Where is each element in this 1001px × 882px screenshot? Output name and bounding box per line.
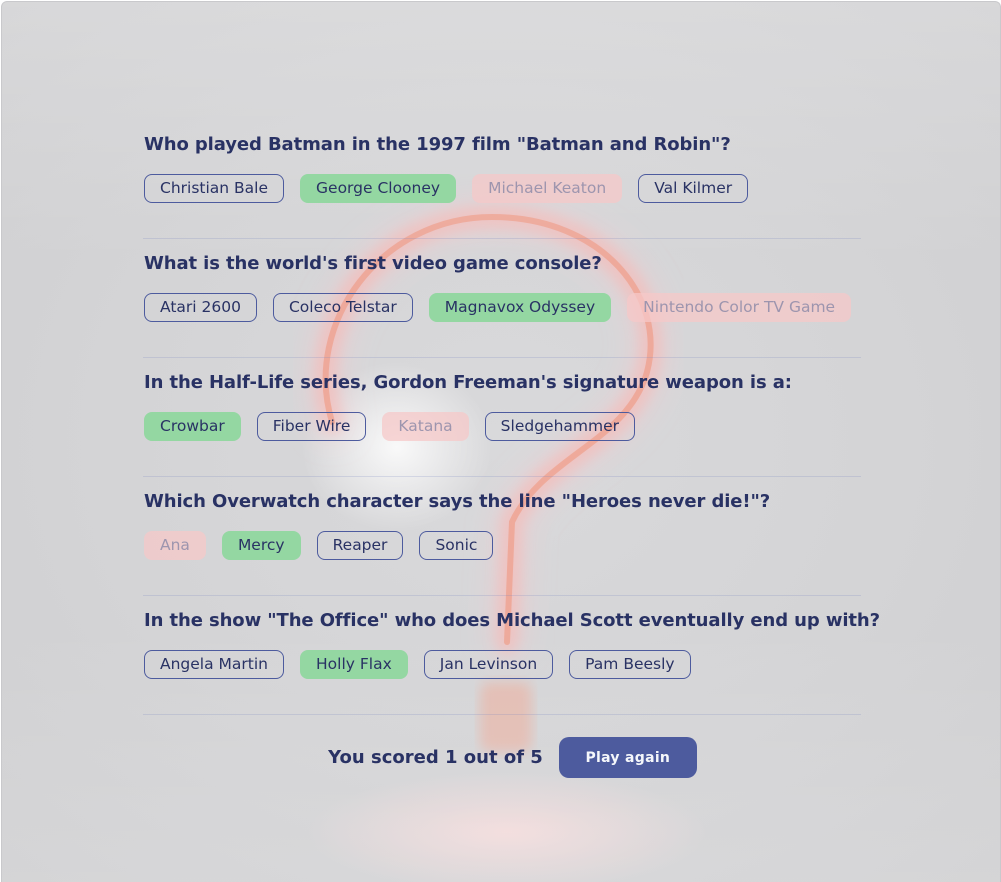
question-item: Which Overwatch character says the line … [143,477,861,596]
question-text: What is the world's first video game con… [144,253,602,274]
answer-option-correct[interactable]: Crowbar [144,412,241,441]
results-footer: You scored 1 out of 5 Play again [2,737,1000,778]
answer-option-wrong[interactable]: Michael Keaton [472,174,623,203]
answer-option[interactable]: Val Kilmer [638,174,749,203]
answer-options: Angela Martin Holly Flax Jan Levinson Pa… [144,650,691,679]
answer-option[interactable]: Sonic [419,531,494,560]
answer-option[interactable]: Pam Beesly [569,650,691,679]
question-text: In the Half-Life series, Gordon Freeman'… [144,372,792,393]
question-text: Who played Batman in the 1997 film "Batm… [144,134,731,155]
answer-options: Christian Bale George Clooney Michael Ke… [144,174,749,203]
answer-option-correct[interactable]: Magnavox Odyssey [428,293,612,322]
app-window: Who played Batman in the 1997 film "Batm… [1,1,1001,882]
answer-option[interactable]: Atari 2600 [144,293,257,322]
answer-options: Crowbar Fiber Wire Katana Sledgehammer [144,412,635,441]
answer-options: Ana Mercy Reaper Sonic [144,531,494,560]
question-text: In the show "The Office" who does Michae… [144,610,880,631]
answer-option-correct[interactable]: Holly Flax [300,650,408,679]
answer-option[interactable]: Christian Bale [144,174,285,203]
question-item: In the show "The Office" who does Michae… [143,596,880,715]
answer-option-wrong[interactable]: Nintendo Color TV Game [627,293,852,322]
quiz-list: Who played Batman in the 1997 film "Batm… [143,120,880,715]
answer-option-wrong[interactable]: Katana [382,412,469,441]
answer-option[interactable]: Sledgehammer [484,412,635,441]
play-again-button[interactable]: Play again [558,737,697,778]
answer-option[interactable]: Coleco Telstar [272,293,413,322]
question-item: Who played Batman in the 1997 film "Batm… [143,120,861,239]
answer-option-wrong[interactable]: Ana [144,531,206,560]
answer-option-correct[interactable]: Mercy [221,531,301,560]
answer-option[interactable]: Fiber Wire [256,412,367,441]
answer-option[interactable]: Angela Martin [144,650,284,679]
answer-option[interactable]: Jan Levinson [423,650,554,679]
question-text: Which Overwatch character says the line … [144,491,771,512]
score-text: You scored 1 out of 5 [328,747,543,768]
question-item: In the Half-Life series, Gordon Freeman'… [143,358,861,477]
answer-option[interactable]: Reaper [316,531,404,560]
answer-option-correct[interactable]: George Clooney [300,174,457,203]
answer-options: Atari 2600 Coleco Telstar Magnavox Odyss… [144,293,852,322]
question-item: What is the world's first video game con… [143,239,861,358]
